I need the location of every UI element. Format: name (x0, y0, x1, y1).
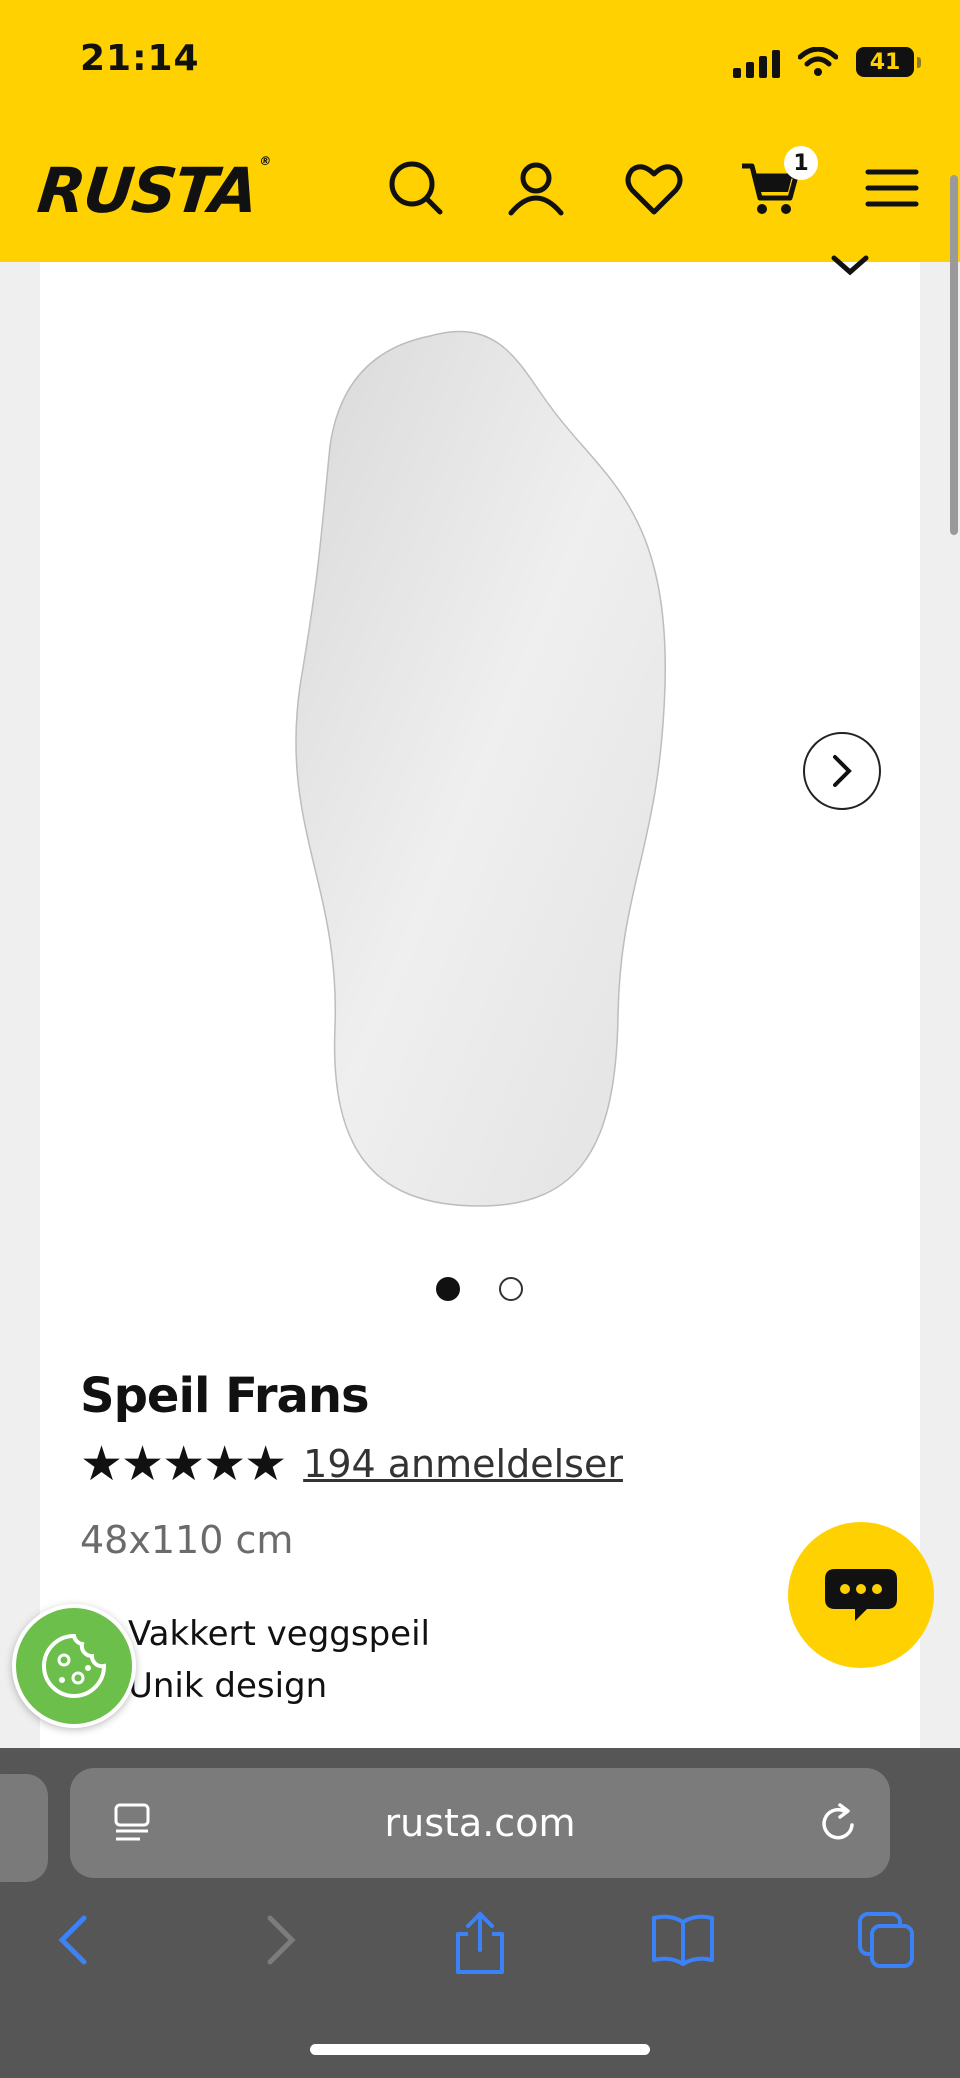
battery-icon: 41 (856, 47, 921, 77)
logo-text: RUSTA (34, 154, 261, 227)
rating-stars: ★★★★★ (80, 1436, 287, 1492)
chevron-down-icon[interactable] (830, 252, 870, 280)
feature-bullet: Unik design (128, 1666, 328, 1706)
page-scrollbar[interactable] (950, 175, 958, 535)
rusta-logo[interactable]: RUSTA® (34, 154, 270, 227)
carousel-next-button[interactable] (803, 732, 881, 810)
product-title: Speil Frans (80, 1368, 370, 1424)
carousel-dot-2[interactable] (499, 1277, 523, 1301)
heart-icon[interactable] (624, 158, 684, 218)
address-bar[interactable]: rusta.com (70, 1768, 890, 1878)
battery-level: 41 (869, 49, 901, 75)
top-bar: 21:14 41 RUSTA® 1 (0, 0, 960, 262)
carousel-dot-1[interactable] (436, 1277, 460, 1301)
chevron-right-icon (833, 755, 852, 787)
product-dimensions: 48x110 cm (80, 1518, 294, 1562)
product-image-mirror[interactable] (280, 326, 700, 1246)
product-rating: ★★★★★ 194 anmeldelser (80, 1440, 623, 1488)
home-indicator[interactable] (310, 2044, 650, 2055)
chat-button[interactable] (788, 1522, 934, 1668)
chat-icon (825, 1569, 897, 1621)
bookmarks-icon[interactable] (650, 1910, 716, 1970)
cookie-icon (42, 1633, 107, 1698)
signal-icon (733, 46, 780, 78)
browser-toolbar: rusta.com (0, 1748, 960, 2078)
reload-icon[interactable] (816, 1801, 860, 1845)
cookie-settings-button[interactable] (12, 1604, 136, 1728)
forward-icon[interactable] (258, 1910, 302, 1970)
status-icons: 41 (733, 42, 921, 82)
reviews-link[interactable]: 194 anmeldelser (303, 1442, 623, 1486)
cart-count-badge: 1 (784, 146, 818, 180)
previous-tab-preview[interactable] (0, 1774, 48, 1882)
status-time: 21:14 (80, 38, 200, 79)
share-icon[interactable] (450, 1910, 510, 1976)
account-icon[interactable] (506, 158, 566, 218)
back-icon[interactable] (52, 1910, 96, 1970)
tabs-icon[interactable] (856, 1910, 916, 1970)
wifi-icon (798, 47, 838, 76)
url-text: rusta.com (384, 1801, 576, 1845)
feature-bullet: Vakkert veggspeil (128, 1614, 430, 1654)
menu-icon[interactable] (862, 158, 922, 218)
search-icon[interactable] (386, 158, 446, 218)
